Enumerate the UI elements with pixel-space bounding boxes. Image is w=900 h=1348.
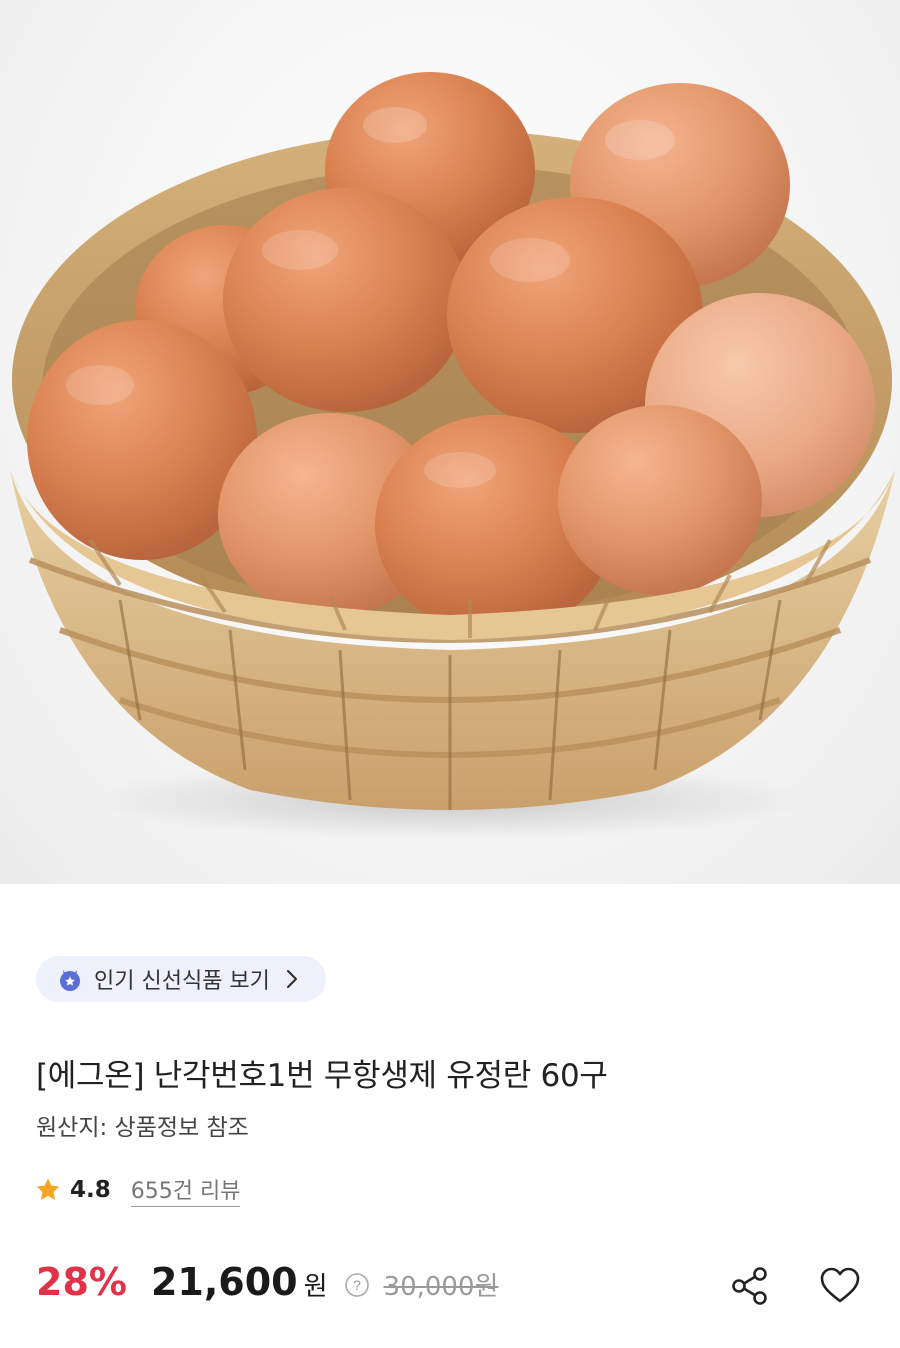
product-image[interactable] [0, 0, 900, 884]
like-button[interactable] [816, 1262, 864, 1310]
product-origin: 원산지: 상품정보 참조 [36, 1115, 249, 1141]
rating-row: 4.8 655건 리뷰 [34, 1170, 241, 1210]
chevron-right-icon [286, 969, 298, 989]
currency-unit: 원 [303, 1272, 328, 1302]
egg-basket-illustration [10, 72, 895, 840]
share-icon [732, 1267, 767, 1305]
fresh-food-chip-label: 인기 신선식품 보기 [94, 969, 270, 994]
star-icon [36, 1178, 60, 1200]
share-button[interactable] [726, 1262, 774, 1310]
review-count-link[interactable]: 655건 리뷰 [130, 1173, 241, 1207]
sale-price: 21,600 [150, 1260, 298, 1304]
heart-icon [820, 1267, 860, 1303]
product-title: [에그온] 난각번호1번 무항생제 유정란 60구 [36, 1058, 608, 1094]
svg-text:?: ? [353, 1277, 361, 1293]
product-detail-page: 인기 신선식품 보기 [에그온] 난각번호1번 무항생제 유정란 60구 원산지… [0, 0, 900, 1348]
rating-value: 4.8 [70, 1177, 111, 1203]
fresh-food-badge-icon [60, 970, 80, 991]
question-circle-icon[interactable]: ? [344, 1272, 370, 1298]
discount-rate: 28% [36, 1260, 127, 1304]
fresh-food-chip[interactable]: 인기 신선식품 보기 [36, 956, 326, 1002]
original-price: 30,000원 [383, 1272, 499, 1302]
price-row: 28% 21,600 원 ? 30,000원 [36, 1260, 498, 1310]
